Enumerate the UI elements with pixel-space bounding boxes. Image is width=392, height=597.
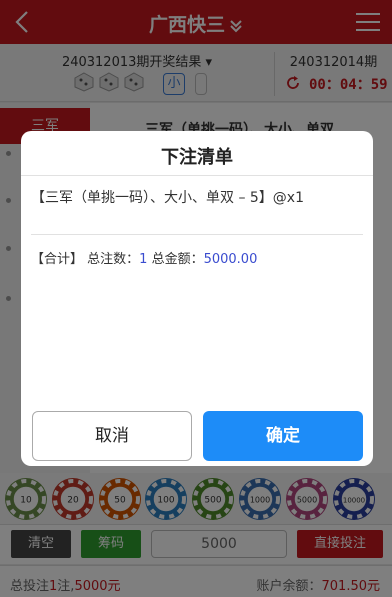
bet-list-dialog: 下注清单 【三军（单挑一码）、大小、单双 – 5】@x1 【合计】 总注数：1 … <box>21 131 373 466</box>
divider <box>21 175 373 176</box>
cancel-button[interactable]: 取消 <box>32 411 192 461</box>
confirm-button[interactable]: 确定 <box>203 411 363 461</box>
bet-list-item: 【三军（单挑一码）、大小、单双 – 5】@x1 <box>31 190 304 206</box>
bet-total-summary: 【合计】 总注数：1 总金额：5000.00 <box>31 252 258 267</box>
dialog-title: 下注清单 <box>161 147 233 168</box>
divider <box>31 234 363 235</box>
